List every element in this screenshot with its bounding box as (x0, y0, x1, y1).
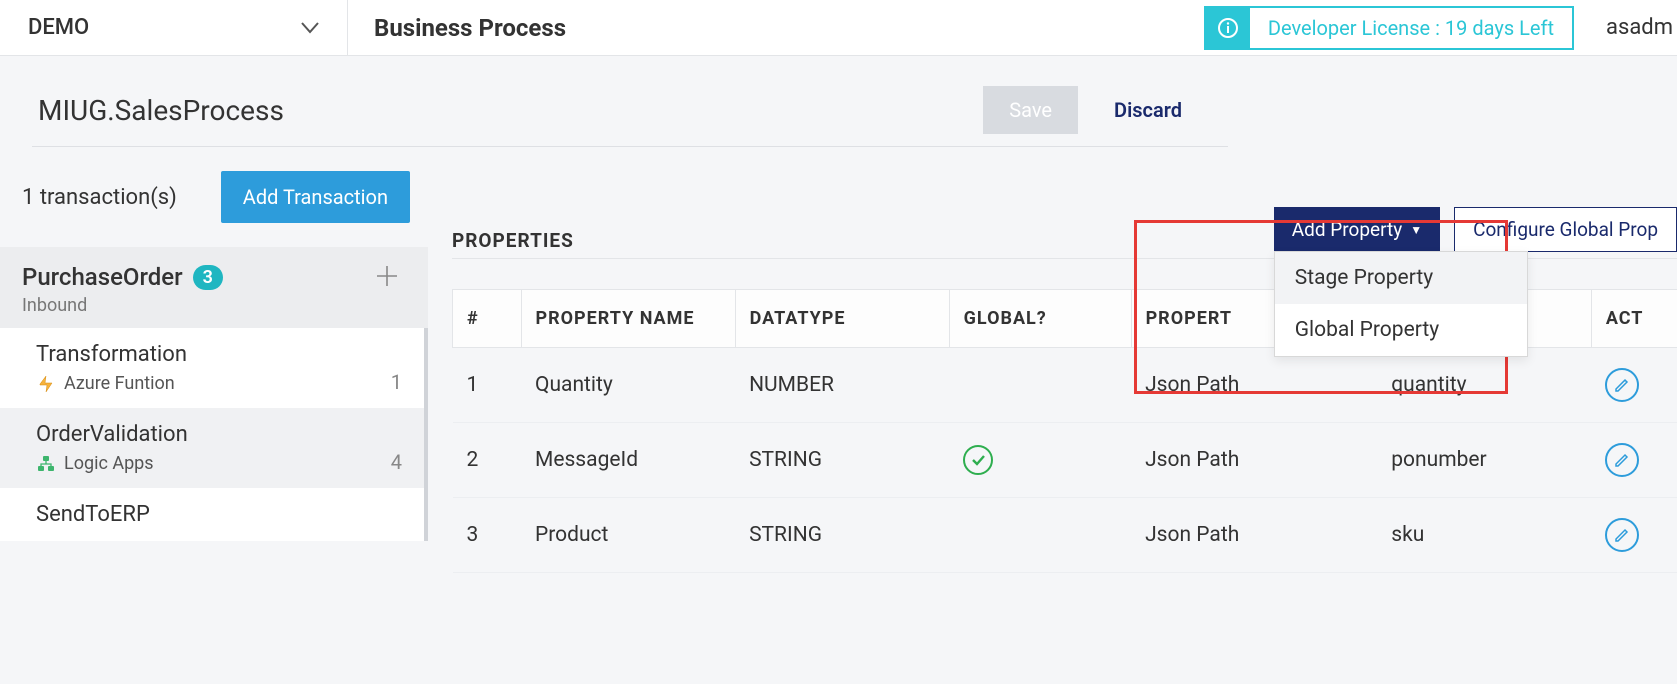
azure-function-icon (36, 374, 56, 394)
add-property-dropdown: Stage Property Global Property (1274, 251, 1528, 357)
cell-dtype: NUMBER (735, 348, 949, 423)
dropdown-item-stage-property[interactable]: Stage Property (1275, 252, 1527, 304)
cell-actions (1591, 348, 1677, 423)
cell-proptype: Json Path (1131, 423, 1377, 498)
caret-down-icon: ▼ (1410, 223, 1422, 237)
transaction-badge: 3 (193, 265, 223, 290)
discard-button[interactable]: Discard (1096, 86, 1200, 134)
plus-icon[interactable] (368, 263, 406, 289)
table-row: 1 Quantity NUMBER Json Path quantity (453, 348, 1677, 423)
cell-name: Quantity (521, 348, 735, 423)
stage-sub: Azure Funtion (64, 373, 175, 394)
add-property-label: Add Property (1292, 218, 1402, 241)
configure-global-properties-button[interactable]: Configure Global Prop (1454, 207, 1677, 252)
table-row: 2 MessageId STRING Json Path ponumber (453, 423, 1677, 498)
properties-title: PROPERTIES (452, 229, 574, 252)
top-bar: DEMO Business Process Developer License … (0, 0, 1677, 56)
stage-name: OrderValidation (36, 422, 188, 447)
cell-value: quantity (1377, 348, 1591, 423)
add-property-button[interactable]: Add Property ▼ (1274, 207, 1440, 252)
env-selector[interactable]: DEMO (0, 0, 348, 55)
dropdown-item-global-property[interactable]: Global Property (1275, 304, 1527, 356)
stage-list: Transformation Azure Funtion 1 OrderVali… (0, 328, 428, 541)
cell-index: 2 (453, 423, 522, 498)
cell-dtype: STRING (735, 423, 949, 498)
cell-name: Product (521, 498, 735, 573)
sidebar: 1 transaction(s) Add Transaction Purchas… (0, 147, 428, 573)
user-label[interactable]: asadm (1606, 15, 1677, 40)
transaction-direction: Inbound (22, 295, 223, 316)
edit-icon[interactable] (1605, 518, 1639, 552)
logic-apps-icon (36, 454, 56, 474)
cell-global (949, 498, 1131, 573)
stage-count: 4 (391, 450, 402, 474)
cell-dtype: STRING (735, 498, 949, 573)
check-icon (963, 445, 993, 475)
license-badge[interactable]: Developer License : 19 days Left (1204, 6, 1574, 50)
cell-value: ponumber (1377, 423, 1591, 498)
cell-global (949, 423, 1131, 498)
stage-item-transformation[interactable]: Transformation Azure Funtion 1 (0, 328, 424, 408)
cell-actions (1591, 423, 1677, 498)
stage-name: Transformation (36, 342, 187, 367)
cell-index: 3 (453, 498, 522, 573)
cell-global (949, 348, 1131, 423)
main-panel: PROPERTIES Add Property ▼ Stage Property… (428, 147, 1677, 573)
col-index: # (453, 290, 522, 348)
edit-icon[interactable] (1605, 443, 1639, 477)
cell-proptype: Json Path (1131, 498, 1377, 573)
col-actions: ACT (1591, 290, 1677, 348)
transaction-count: 1 transaction(s) (22, 185, 177, 210)
page-subheader: MIUG.SalesProcess Save Discard (6, 56, 1232, 146)
page-header-title: Business Process (348, 14, 566, 42)
stage-name: SendToERP (36, 502, 150, 527)
transaction-card[interactable]: PurchaseOrder 3 Inbound (0, 247, 428, 328)
col-datatype: DATATYPE (735, 290, 949, 348)
process-title: MIUG.SalesProcess (38, 94, 284, 127)
add-transaction-button[interactable]: Add Transaction (221, 171, 410, 223)
col-property-name: PROPERTY NAME (521, 290, 735, 348)
cell-name: MessageId (521, 423, 735, 498)
license-text: Developer License : 19 days Left (1250, 16, 1572, 40)
cell-index: 1 (453, 348, 522, 423)
stage-count: 1 (391, 370, 402, 394)
stage-item-ordervalidation[interactable]: OrderValidation Logic Apps 4 (0, 408, 424, 488)
cell-actions (1591, 498, 1677, 573)
stage-sub: Logic Apps (64, 453, 154, 474)
cell-value: sku (1377, 498, 1591, 573)
chevron-down-icon (301, 22, 319, 34)
env-name: DEMO (28, 15, 89, 40)
info-icon (1206, 8, 1250, 48)
col-global: GLOBAL? (949, 290, 1131, 348)
transaction-name: PurchaseOrder (22, 263, 183, 291)
cell-proptype: Json Path (1131, 348, 1377, 423)
edit-icon[interactable] (1605, 368, 1639, 402)
table-row: 3 Product STRING Json Path sku (453, 498, 1677, 573)
stage-item-sendtoerp[interactable]: SendToERP (0, 488, 424, 541)
save-button[interactable]: Save (983, 86, 1078, 134)
